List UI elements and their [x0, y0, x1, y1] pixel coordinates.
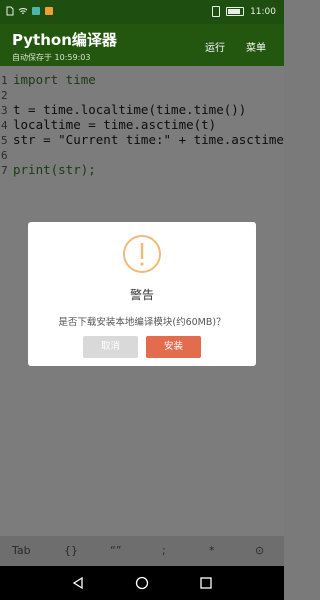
app-icon [32, 7, 40, 15]
code-text: print(str); [13, 162, 96, 177]
line-number: 2 [1, 89, 8, 102]
code-line: 6 [0, 147, 13, 162]
line-number: 1 [1, 74, 8, 87]
back-icon[interactable] [71, 576, 85, 590]
file-icon [6, 6, 14, 16]
asterisk-key[interactable]: * [209, 544, 215, 557]
code-line: 5 str = "Current time:" + time.asctime(t) [0, 132, 284, 147]
braces-key[interactable]: {} [64, 544, 78, 557]
symbol-keybar: Tab {} “” ; * ⊙ [0, 536, 284, 566]
code-line: 2 [0, 87, 13, 102]
status-bar: 11:00 [0, 0, 284, 24]
app-title: Python编译器 [12, 31, 117, 49]
dialog-message: 是否下载安装本地编译模块(约60MB)？ [58, 317, 226, 328]
autosave-status: 自动保存于 10:59:03 [12, 53, 91, 62]
line-number: 5 [1, 134, 8, 147]
code-text: t = time.localtime(time.time()) [13, 102, 247, 117]
more-key[interactable]: ⊙ [255, 544, 264, 557]
download-dialog: 警告 是否下载安装本地编译模块(约60MB)？ 取消 安装 [28, 222, 256, 366]
vibrate-icon [212, 6, 221, 17]
line-number: 7 [1, 164, 8, 177]
code-line: 7 print(str); [0, 162, 96, 177]
app-icon-2 [45, 7, 53, 15]
status-time: 11:00 [250, 6, 276, 17]
code-text: localtime = time.asctime(t) [13, 117, 217, 132]
battery-icon [226, 7, 245, 16]
app-bar: Python编译器 自动保存于 10:59:03 运行 菜单 [0, 24, 284, 66]
status-icons-right: 11:00 [212, 6, 276, 17]
code-text: str = "Current time:" + time.asctime(t) [13, 132, 284, 147]
code-text: import time [13, 72, 96, 87]
line-number: 3 [1, 104, 8, 117]
line-number: 4 [1, 119, 8, 132]
semicolon-key[interactable]: ; [162, 544, 166, 557]
cancel-button[interactable]: 取消 [83, 336, 138, 358]
code-line: 1 import time [0, 72, 96, 87]
run-button[interactable]: 运行 [205, 39, 225, 54]
quotes-key[interactable]: “” [110, 544, 121, 557]
dialog-title: 警告 [129, 288, 154, 302]
status-icons-left [5, 6, 54, 16]
home-icon[interactable] [135, 576, 149, 590]
warning-icon [123, 235, 161, 273]
install-button[interactable]: 安装 [146, 336, 201, 358]
code-line: 3 t = time.localtime(time.time()) [0, 102, 246, 117]
line-number: 6 [1, 149, 8, 162]
system-nav-bar [0, 566, 284, 600]
recents-icon[interactable] [199, 576, 213, 590]
menu-button[interactable]: 菜单 [246, 39, 266, 54]
tab-key[interactable]: Tab [12, 544, 31, 557]
wifi-icon [18, 8, 28, 14]
code-line: 4 localtime = time.asctime(t) [0, 117, 216, 132]
